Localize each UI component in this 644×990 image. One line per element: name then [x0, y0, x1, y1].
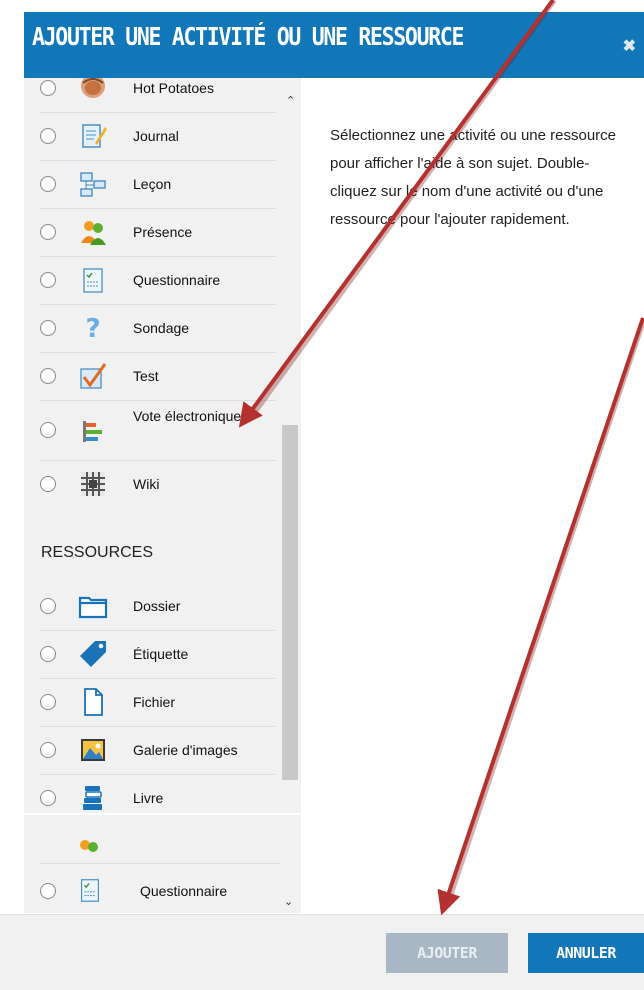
questionnaire-icon: [83, 268, 103, 293]
wiki-icon: [81, 472, 105, 496]
vote-icon: [83, 421, 102, 442]
radio-button[interactable]: [40, 422, 56, 438]
list-item-livre[interactable]: Livre: [40, 774, 276, 813]
radio-button[interactable]: [40, 742, 56, 758]
help-text: Sélectionnez une activité ou une ressour…: [330, 127, 617, 228]
scrollbar-thumb[interactable]: [282, 425, 298, 780]
resource-label: Fichier: [133, 694, 176, 710]
activity-label: Vote électronique: [133, 408, 242, 424]
resources-heading: RESSOURCES: [41, 544, 154, 561]
list-item-lecon[interactable]: Leçon: [40, 160, 276, 209]
dialog-header: AJOUTER UNE ACTIVITÉ OU UNE RESSOURCE ✖: [24, 12, 644, 78]
list-item-presence[interactable]: Présence: [40, 208, 276, 257]
activity-label: Journal: [133, 128, 179, 144]
attendance-icon: [81, 221, 106, 245]
activity-label: Test: [133, 368, 159, 384]
radio-button[interactable]: [40, 176, 56, 192]
list-item-galerie[interactable]: Galerie d'images: [40, 726, 276, 775]
chevron-up-icon[interactable]: ⌃: [286, 94, 295, 107]
close-icon[interactable]: ✖: [623, 36, 636, 56]
activity-label: Sondage: [133, 320, 190, 336]
add-button[interactable]: AJOUTER: [386, 933, 508, 973]
list-item-journal[interactable]: Journal: [40, 112, 276, 161]
radio-button[interactable]: [40, 476, 56, 492]
radio-button[interactable]: [40, 646, 56, 662]
list-item-questionnaire-lower[interactable]: Questionnaire: [36, 865, 291, 913]
dialog-footer: AJOUTER ANNULER: [0, 914, 644, 990]
activity-label: Questionnaire: [140, 883, 228, 899]
radio-button[interactable]: [40, 80, 56, 96]
cancel-button[interactable]: ANNULER: [528, 933, 644, 973]
activity-label: Leçon: [133, 176, 172, 192]
lower-list-strip: Questionnaire: [24, 815, 301, 913]
list-item-dossier[interactable]: Dossier: [40, 582, 276, 631]
list-item-vote[interactable]: Vote électronique: [40, 400, 276, 461]
radio-button[interactable]: [40, 368, 56, 384]
list-item-etiquette[interactable]: Étiquette: [40, 630, 276, 679]
resource-label: Livre: [133, 790, 164, 806]
radio-button[interactable]: [40, 224, 56, 240]
folder-icon: [78, 596, 108, 619]
list-item-test[interactable]: Test: [40, 352, 276, 401]
chevron-down-icon[interactable]: ⌄: [284, 895, 293, 908]
radio-button[interactable]: [40, 272, 56, 288]
activity-label: Questionnaire: [133, 272, 221, 288]
resource-label: Galerie d'images: [133, 742, 238, 758]
radio-button[interactable]: [40, 883, 56, 899]
activity-list[interactable]: Hot Potatoes Journal Leçon Présence Ques…: [24, 78, 279, 813]
list-item-questionnaire[interactable]: Questionnaire: [40, 256, 276, 305]
dialog-title: AJOUTER UNE ACTIVITÉ OU UNE RESSOURCE: [32, 22, 465, 51]
questionnaire-icon: [80, 879, 100, 902]
quiz-icon: [80, 363, 107, 389]
book-icon: [83, 786, 102, 810]
radio-button[interactable]: [40, 128, 56, 144]
journal-icon: [82, 124, 107, 148]
resource-label: Dossier: [133, 598, 181, 614]
attendance-icon: [80, 840, 98, 852]
activity-label: Hot Potatoes: [133, 80, 214, 96]
label-tag-icon: [80, 641, 106, 667]
activity-label: Présence: [133, 224, 193, 240]
lesson-icon: [80, 172, 106, 197]
list-item-wiki[interactable]: Wiki: [40, 460, 276, 508]
resource-label: Étiquette: [133, 646, 189, 662]
survey-icon: ?: [85, 314, 100, 343]
hot-potatoes-icon: [81, 78, 105, 98]
list-item-hot-potatoes[interactable]: Hot Potatoes: [40, 78, 276, 113]
list-item-fichier[interactable]: Fichier: [40, 678, 276, 727]
help-panel: Sélectionnez une activité ou une ressour…: [301, 90, 644, 910]
radio-button[interactable]: [40, 694, 56, 710]
file-icon: [84, 688, 103, 716]
radio-button[interactable]: [40, 598, 56, 614]
radio-button[interactable]: [40, 320, 56, 336]
image-gallery-icon: [81, 739, 105, 761]
svg-text:?: ?: [85, 314, 100, 343]
list-scrollbar[interactable]: ⌃: [279, 78, 301, 813]
divider: [40, 863, 280, 864]
list-item-sondage[interactable]: ? Sondage: [40, 304, 276, 353]
radio-button[interactable]: [40, 790, 56, 806]
activity-label: Wiki: [133, 476, 160, 492]
